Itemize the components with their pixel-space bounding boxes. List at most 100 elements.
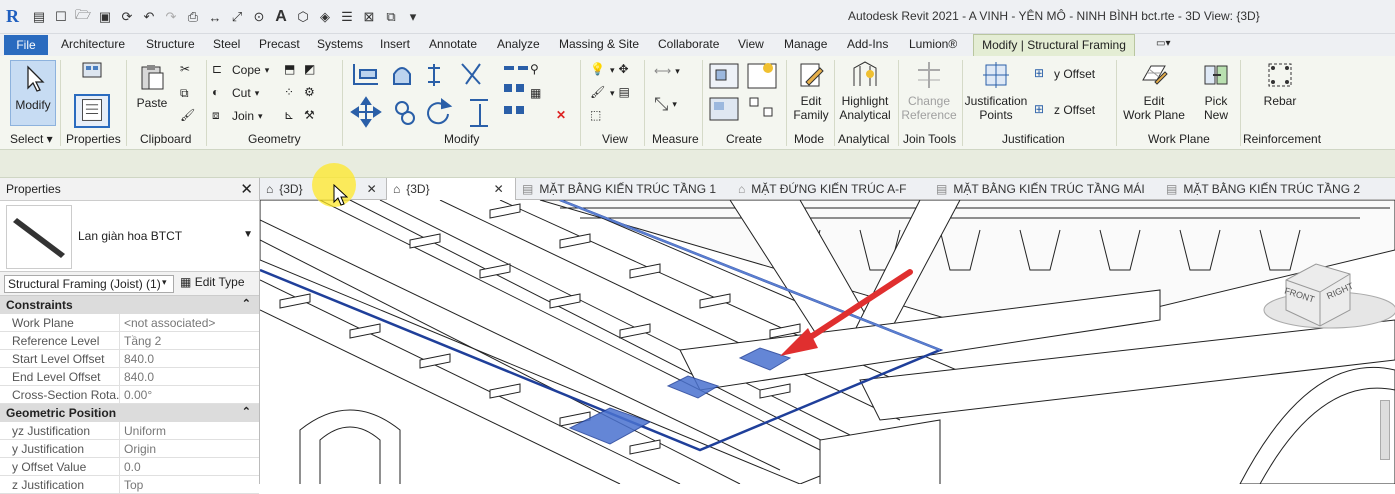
tab-annotate[interactable]: Annotate: [429, 37, 477, 51]
cut-clip-button[interactable]: ✂: [180, 62, 196, 78]
property-row[interactable]: Reference Level Tầng 2: [0, 332, 259, 350]
dimension-icon[interactable]: ⤢: [228, 8, 246, 26]
array-button[interactable]: ▦: [530, 86, 546, 102]
cope-button[interactable]: ⊏ Cope ▾: [212, 62, 269, 78]
undo-icon[interactable]: ↶: [140, 8, 158, 26]
revit-logo[interactable]: R: [6, 6, 22, 28]
select-group-label[interactable]: Select ▾: [10, 132, 53, 146]
ribbon-toggle-icon[interactable]: ▭▾: [1156, 38, 1170, 49]
property-value[interactable]: 0.0: [120, 458, 145, 475]
tab-add-ins[interactable]: Add-Ins: [847, 37, 888, 51]
paste-button[interactable]: Paste: [134, 62, 170, 110]
tab-structure[interactable]: Structure: [146, 37, 195, 51]
delete-button[interactable]: ✕: [556, 108, 572, 124]
tab-analyze[interactable]: Analyze: [497, 37, 540, 51]
hide-button[interactable]: 💡 ▾ ✥: [590, 62, 635, 78]
new-icon[interactable]: ☐: [52, 8, 70, 26]
copy-clip-button[interactable]: ⧉: [180, 86, 196, 102]
geometric-position-section[interactable]: Geometric Position ⌃: [0, 404, 259, 422]
view-tab-elevation[interactable]: ⌂ MẶT ĐỨNG KIẾN TRÚC A-F: [738, 178, 906, 200]
property-row[interactable]: Work Plane <not associated>: [0, 314, 259, 332]
property-value[interactable]: 840.0: [120, 368, 158, 385]
close-hidden-icon[interactable]: ⊠: [360, 8, 378, 26]
tab-precast[interactable]: Precast: [259, 37, 300, 51]
property-row[interactable]: y Offset Value 0.0: [0, 458, 259, 476]
y-offset-button[interactable]: ⊞ y Offset: [1034, 66, 1095, 82]
print-icon[interactable]: ⎙: [184, 8, 202, 26]
constraints-section[interactable]: Constraints ⌃: [0, 296, 259, 314]
paint-button[interactable]: ⁘ ⚙: [284, 85, 320, 101]
rebar-button[interactable]: Rebar: [1252, 60, 1308, 108]
property-value[interactable]: Origin: [120, 440, 160, 457]
edit-family-button[interactable]: Edit Family: [790, 60, 832, 122]
tab-collaborate[interactable]: Collaborate: [658, 37, 719, 51]
modify-tools-grid[interactable]: [350, 60, 530, 132]
join-geometry-button[interactable]: ⧈ Join ▾: [212, 108, 263, 124]
type-dropdown-icon[interactable]: ▼: [243, 229, 253, 240]
change-reference-button[interactable]: Change Reference: [900, 60, 958, 122]
match-type-button[interactable]: 🖌: [180, 108, 196, 124]
close-icon[interactable]: ✕: [240, 180, 253, 198]
tab-steel[interactable]: Steel: [213, 37, 240, 51]
z-offset-button[interactable]: ⊞ z Offset: [1034, 102, 1095, 118]
close-icon[interactable]: ✕: [494, 182, 504, 196]
tab-massing-site[interactable]: Massing & Site: [559, 37, 639, 51]
property-value[interactable]: 840.0: [120, 350, 158, 367]
collapse-icon[interactable]: ⌃: [242, 405, 251, 418]
view-tab-floor-plan-1[interactable]: ▤ MẶT BẰNG KIẾN TRÚC TẦNG 1: [522, 178, 716, 200]
tab-view[interactable]: View: [738, 37, 764, 51]
property-row[interactable]: Start Level Offset 840.0: [0, 350, 259, 368]
tab-manage[interactable]: Manage: [784, 37, 827, 51]
property-row[interactable]: z Justification Top: [0, 476, 259, 494]
measure-icon[interactable]: ↔: [206, 8, 224, 26]
property-value[interactable]: 0.00°: [120, 386, 156, 403]
cut-geometry-button[interactable]: ◐ Cut ▾: [212, 85, 259, 101]
3d-view-icon[interactable]: ⬡: [294, 8, 312, 26]
edit-work-plane-button[interactable]: Edit Work Plane: [1118, 60, 1190, 122]
edit-type-button[interactable]: ▦ Edit Type: [180, 275, 245, 289]
redo-icon[interactable]: ↷: [162, 8, 180, 26]
linework-button[interactable]: 🖌 ▾ ▤: [590, 85, 635, 101]
property-row[interactable]: yz Justification Uniform: [0, 422, 259, 440]
wall-joins-button[interactable]: ⬒ ◩: [284, 62, 320, 78]
modify-tool[interactable]: Modify: [12, 64, 54, 112]
customize-qat-icon[interactable]: ▾: [404, 8, 422, 26]
property-row[interactable]: Cross-Section Rota... 0.00°: [0, 386, 259, 404]
tab-modify-structural-framing[interactable]: Modify | Structural Framing: [973, 34, 1135, 56]
tab-architecture[interactable]: Architecture: [61, 37, 125, 51]
property-row[interactable]: y Justification Origin: [0, 440, 259, 458]
type-selector[interactable]: Lan giàn hoa BTCT ▼: [0, 200, 259, 272]
close-icon[interactable]: ✕: [367, 182, 377, 196]
beam-column-joins-button[interactable]: ⊾ ⚒: [284, 108, 320, 124]
view-tab-roof-plan[interactable]: ▤ MẶT BẰNG KIẾN TRÚC TẦNG MÁI: [936, 178, 1145, 200]
aligned-dimension-button[interactable]: ⤡ ▾: [654, 94, 677, 115]
switch-windows-icon[interactable]: ⧉: [382, 8, 400, 26]
view-tab-3d-2[interactable]: ⌂ {3D} ✕: [386, 178, 516, 200]
tag-icon[interactable]: ⊙: [250, 8, 268, 26]
instance-filter-select[interactable]: Structural Framing (Joist) (1): [4, 275, 174, 293]
section-icon[interactable]: ◈: [316, 8, 334, 26]
collapse-icon[interactable]: ⌃: [242, 297, 251, 310]
3d-viewport[interactable]: FRONT RIGHT: [260, 200, 1395, 484]
selection-box-button[interactable]: ⬚: [590, 108, 606, 124]
tab-lumion[interactable]: Lumion®: [909, 37, 957, 51]
save-icon[interactable]: ▣: [96, 8, 114, 26]
model-drawing[interactable]: [260, 200, 1395, 484]
property-value[interactable]: Uniform: [120, 422, 170, 439]
sync-icon[interactable]: ⟳: [118, 8, 136, 26]
create-tools[interactable]: [708, 60, 780, 128]
navigation-bar[interactable]: [1380, 400, 1390, 460]
filter-dropdown-icon[interactable]: ▾: [162, 277, 167, 288]
tab-file[interactable]: File: [4, 35, 48, 55]
unpin-button[interactable]: ⚲: [530, 62, 546, 78]
justification-points-button[interactable]: Justification Points: [964, 60, 1028, 122]
property-value[interactable]: Top: [120, 476, 147, 493]
pick-new-button[interactable]: Pick New: [1194, 60, 1238, 122]
view-tab-floor-plan-2[interactable]: ▤ MẶT BẰNG KIẾN TRÚC TẦNG 2: [1166, 178, 1360, 200]
property-value[interactable]: Tầng 2: [120, 332, 165, 349]
open-icon[interactable]: 🗁: [74, 7, 92, 26]
measure-between-button[interactable]: ⟷ ▾: [654, 64, 680, 78]
thin-lines-icon[interactable]: ☰: [338, 8, 356, 26]
text-icon[interactable]: A: [272, 8, 290, 26]
tab-insert[interactable]: Insert: [380, 37, 410, 51]
